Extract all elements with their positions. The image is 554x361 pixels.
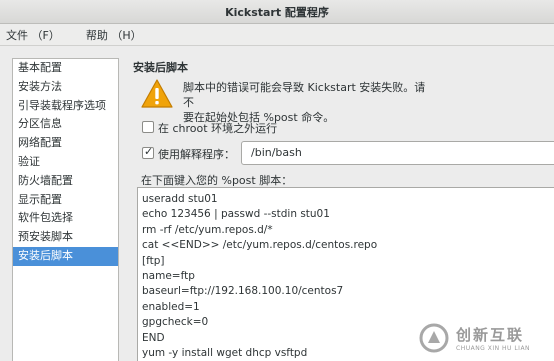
watermark-name: 创新互联 bbox=[456, 326, 525, 344]
interpreter-label: 使用解释程序： bbox=[158, 148, 235, 161]
menu-bar: 文件 （F） 帮助 （H） bbox=[0, 24, 554, 46]
chroot-label: 在 chroot 环境之外运行 bbox=[158, 122, 278, 135]
script-line: rm -rf /etc/yum.repos.d/* bbox=[142, 223, 273, 236]
script-label: 在下面键入您的 %post 脚本： bbox=[141, 174, 293, 187]
warning-message: 脚本中的错误可能会导致 Kickstart 安装失败。请不 要在起始处包括 %p… bbox=[183, 80, 433, 125]
interpreter-input[interactable]: /bin/bash bbox=[241, 141, 554, 165]
panel-title: 安装后脚本 bbox=[133, 61, 188, 74]
sidebar-item-bootloader[interactable]: 引导装载程序选项 bbox=[13, 97, 118, 116]
sidebar-item-basic-config[interactable]: 基本配置 bbox=[13, 59, 118, 78]
window-title: Kickstart 配置程序 bbox=[225, 5, 329, 19]
sidebar-item-auth[interactable]: 验证 bbox=[13, 153, 118, 172]
script-line: cat <<END>> /etc/yum.repos.d/centos.repo bbox=[142, 239, 378, 252]
sidebar-item-display[interactable]: 显示配置 bbox=[13, 191, 118, 210]
sidebar-item-pre-script[interactable]: 预安装脚本 bbox=[13, 228, 118, 247]
logo-icon bbox=[419, 323, 449, 353]
warning-icon bbox=[141, 79, 173, 108]
script-line: [ftp] bbox=[142, 254, 165, 267]
sidebar-item-install-method[interactable]: 安装方法 bbox=[13, 78, 118, 97]
sidebar-item-partition[interactable]: 分区信息 bbox=[13, 115, 118, 134]
sidebar-item-firewall[interactable]: 防火墙配置 bbox=[13, 172, 118, 191]
sidebar-item-packages[interactable]: 软件包选择 bbox=[13, 209, 118, 228]
watermark-sub: CHUANG XIN HU LIAN bbox=[456, 345, 531, 352]
sidebar-nav: 基本配置 安装方法 引导装载程序选项 分区信息 网络配置 验证 防火墙配置 显示… bbox=[12, 58, 119, 361]
interpreter-checkbox[interactable] bbox=[142, 145, 154, 159]
warning-line-1: 脚本中的错误可能会导致 Kickstart 安装失败。请不 bbox=[183, 81, 426, 109]
chroot-checkbox[interactable] bbox=[142, 121, 154, 133]
sidebar-item-network[interactable]: 网络配置 bbox=[13, 134, 118, 153]
window-titlebar: Kickstart 配置程序 bbox=[0, 0, 554, 24]
menu-help[interactable]: 帮助 （H） bbox=[80, 27, 150, 43]
script-line: enabled=1 bbox=[142, 300, 200, 313]
script-line: name=ftp bbox=[142, 269, 195, 282]
watermark-text: 创新互联 CHUANG XIN HU LIAN bbox=[456, 324, 530, 352]
sidebar-item-post-script[interactable]: 安装后脚本 bbox=[13, 246, 118, 266]
menu-file[interactable]: 文件 （F） bbox=[0, 27, 68, 43]
script-line: echo 123456 | passwd --stdin stu01 bbox=[142, 208, 330, 221]
script-line: baseurl=ftp://192.168.100.10/centos7 bbox=[142, 285, 344, 298]
watermark-logo: 创新互联 CHUANG XIN HU LIAN bbox=[418, 318, 554, 358]
script-line: useradd stu01 bbox=[142, 193, 218, 205]
